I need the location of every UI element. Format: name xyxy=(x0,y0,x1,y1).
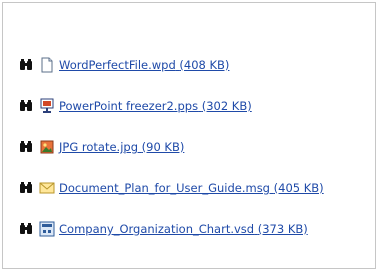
file-link[interactable]: PowerPoint freezer2.pps (302 KB) xyxy=(59,99,252,113)
image-file-icon xyxy=(40,140,54,154)
binoculars-icon[interactable] xyxy=(19,140,33,154)
attachment-row: JPG rotate.jpg (90 KB) xyxy=(19,137,324,157)
file-link[interactable]: WordPerfectFile.wpd (408 KB) xyxy=(59,58,229,72)
binoculars-icon[interactable] xyxy=(19,222,33,236)
email-message-icon xyxy=(39,182,55,194)
visio-diagram-icon xyxy=(39,221,55,237)
file-link[interactable]: Company_Organization_Chart.vsd (373 KB) xyxy=(59,222,308,236)
binoculars-icon[interactable] xyxy=(19,99,33,113)
generic-document-icon xyxy=(41,57,53,73)
binoculars-icon[interactable] xyxy=(19,181,33,195)
powerpoint-slideshow-icon xyxy=(40,98,54,113)
file-link[interactable]: JPG rotate.jpg (90 KB) xyxy=(59,140,184,154)
attachment-row: Company_Organization_Chart.vsd (373 KB) xyxy=(19,219,324,239)
attachment-row: WordPerfectFile.wpd (408 KB) xyxy=(19,55,324,75)
attachment-list: WordPerfectFile.wpd (408 KB) PowerPoint … xyxy=(19,55,324,260)
file-link[interactable]: Document_Plan_for_User_Guide.msg (405 KB… xyxy=(59,181,324,195)
attachments-panel: WordPerfectFile.wpd (408 KB) PowerPoint … xyxy=(2,2,376,269)
binoculars-icon[interactable] xyxy=(19,58,33,72)
attachment-row: Document_Plan_for_User_Guide.msg (405 KB… xyxy=(19,178,324,198)
attachment-row: PowerPoint freezer2.pps (302 KB) xyxy=(19,96,324,116)
